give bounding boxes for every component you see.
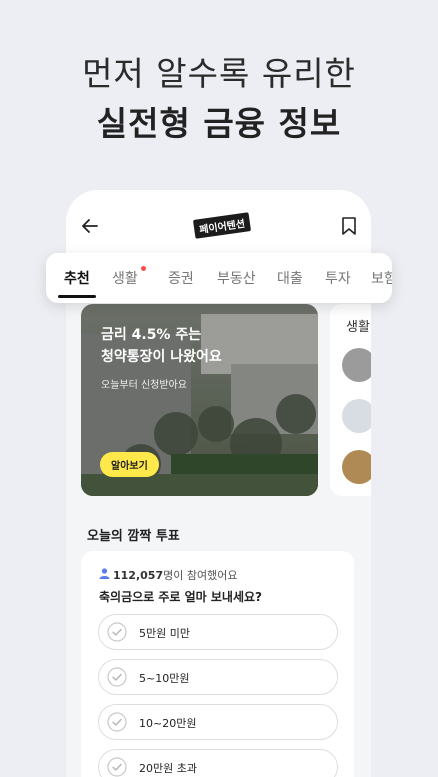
poll-section-title: 오늘의 깜짝 투표 [87,529,180,544]
check-circle-icon [107,622,127,642]
bookmark-icon[interactable] [340,216,358,236]
learn-more-button[interactable]: 알아보기 [100,452,159,477]
tab-stocks[interactable]: 증권 [168,268,194,288]
thumbnail-image [342,450,371,484]
poll-option[interactable]: 5~10만원 [98,659,338,695]
app-header: 페이어텐션 [66,190,371,262]
tab-recommended[interactable]: 추천 [64,268,90,288]
living-card[interactable]: 생활 [330,304,371,496]
app-logo: 페이어텐션 [192,212,252,239]
poll-option-label: 5만원 미만 [139,627,190,640]
feature-title-line-2: 청약통장이 나왔어요 [101,349,222,365]
thumbnail-image [342,399,371,433]
promo-line-1: 먼저 알수록 유리한 [82,54,356,93]
poll-option[interactable]: 5만원 미만 [98,614,338,650]
tab-insurance[interactable]: 보험 [371,268,392,288]
new-badge-dot [141,266,146,271]
active-tab-indicator [58,295,96,298]
poll-option-label: 5~10만원 [139,672,190,685]
feature-title: 금리 4.5% 주는 청약통장이 나왔어요 [101,324,222,368]
poll-card: 112,057명이 참여했어요 축의금으로 주로 얼마 보내세요? 5만원 미만… [81,551,354,777]
check-circle-icon [107,712,127,732]
tab-real-estate[interactable]: 부동산 [217,268,256,288]
tab-loans[interactable]: 대출 [277,268,303,288]
back-arrow-icon[interactable] [80,216,100,236]
poll-option[interactable]: 20만원 초과 [98,749,338,777]
tab-living[interactable]: 생활 [112,268,138,288]
category-tab-bar: 추천 생활 증권 부동산 대출 투자 보험 [46,253,392,303]
promo-line-2: 실전형 금융 정보 [96,104,342,143]
living-card-title: 생활 [346,320,370,335]
feature-card[interactable]: 금리 4.5% 주는 청약통장이 나왔어요 오늘부터 신청받아요 알아보기 [81,304,318,496]
feature-subtitle: 오늘부터 신청받아요 [101,380,187,391]
check-circle-icon [107,667,127,687]
promo-heading: 먼저 알수록 유리한 실전형 금융 정보 [0,52,438,148]
participant-suffix: 명이 참여했어요 [163,569,238,582]
tab-investment[interactable]: 투자 [325,268,351,288]
poll-question: 축의금으로 주로 얼마 보내세요? [99,590,263,604]
check-circle-icon [107,757,127,777]
thumbnail-image [342,348,371,382]
participant-number: 112,057 [113,569,164,582]
poll-option-label: 10~20만원 [139,717,197,730]
feature-title-line-1: 금리 4.5% 주는 [101,327,202,343]
user-icon [99,568,110,579]
poll-participant-count: 112,057명이 참여했어요 [113,567,237,583]
poll-option[interactable]: 10~20만원 [98,704,338,740]
poll-option-label: 20만원 초과 [139,762,197,775]
